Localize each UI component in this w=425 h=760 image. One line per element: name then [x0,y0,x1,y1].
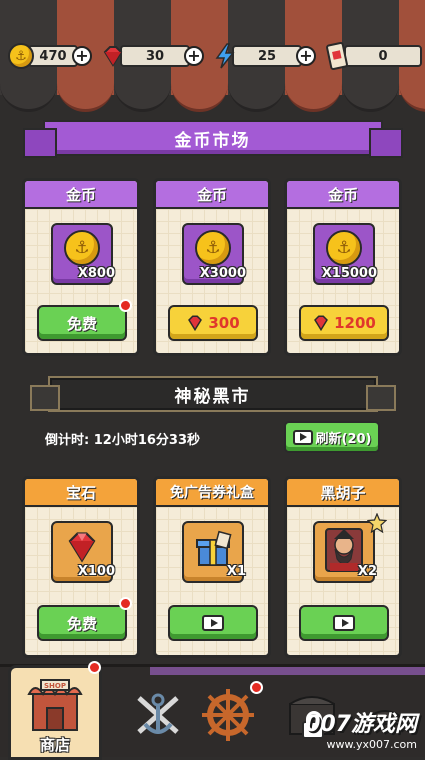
coin-resource: ⚓ 470 + [6,41,92,71]
refresh-countdown: 倒计时: 12小时16分33秒 [45,433,200,448]
gold-card-1: 金币 ⚓ X800 免费 [22,178,140,356]
card-header: 黑胡子 [287,479,399,507]
video-ad-icon [292,429,313,445]
coin-icon: ⚓ [64,230,100,266]
coin-icon: ⚓ [6,41,36,71]
card-header: 金币 [25,181,137,209]
item-quantity: X2 [357,564,377,579]
watermark-url: www.yx007.com [326,738,417,751]
notification-dot [119,299,132,312]
coin-item-tile: ⚓ X15000 [313,223,377,285]
gold-card-2: 金币 ⚓ X3000 300 [153,178,271,356]
card-header: 金币 [287,181,399,209]
refresh-label: 刷新(20) [315,431,372,447]
black-market-card-3: 黑胡子 X2 [284,476,402,658]
star-badge-icon [367,513,387,533]
price-label: 1200 [334,314,376,332]
gift-box-icon [196,530,232,566]
card-header: 金币 [156,181,268,209]
gift-box-tile: X1 [182,521,246,583]
energy-count: 25 [232,45,302,67]
nav-shop-label: 商店 [39,736,70,754]
nav-shop[interactable]: SHOP 商店 [8,665,102,760]
add-energy-button[interactable]: + [296,46,316,66]
lightning-icon [210,41,240,71]
blackbeard-tile: X2 [313,521,377,583]
energy-resource: 25 + [210,41,316,71]
buy-with-gems-button[interactable]: 1200 [299,305,389,341]
gold-market-title: 金币市场 [174,130,251,151]
gem-resource: 30 + [98,41,204,71]
resource-bar: ⚓ 470 + 30 + 25 + 0 [6,38,422,74]
watermark-title: 007游戏网 [305,712,417,737]
free-claim-button[interactable]: 免费 [37,605,127,641]
item-quantity: X15000 [321,266,377,281]
shop-building-icon: SHOP [27,678,83,731]
item-quantity: X800 [77,266,115,281]
coin-icon: ⚓ [195,230,231,266]
ticket-count: 0 [344,45,422,67]
notification-dot [250,681,263,694]
card-header: 宝石 [25,479,137,507]
ship-wheel-icon [202,689,254,741]
coin-item-tile: ⚓ X3000 [182,223,246,285]
add-gems-button[interactable]: + [184,46,204,66]
gem-icon [68,532,96,563]
refresh-button[interactable]: 刷新(20) [284,421,380,453]
free-claim-button[interactable]: 免费 [37,305,127,341]
price-label: 300 [208,314,240,332]
bottom-nav: SHOP 商店 007游戏网 www.yx007.com [0,661,425,760]
notification-dot [119,597,132,610]
gem-item-tile: X100 [51,521,115,583]
notification-dot [88,661,101,674]
gem-icon [314,315,329,332]
nav-crew[interactable] [118,675,198,755]
gem-icon [98,41,128,71]
black-market-title: 神秘黑市 [174,386,251,407]
video-ad-icon [202,615,224,631]
shop-sign-text: SHOP [44,682,66,690]
card-header: 免广告券礼盒 [156,479,268,507]
ad-ticket-icon [322,41,352,71]
black-market-banner: 神秘黑市 [29,376,396,412]
gold-market-banner: 金币市场 [22,120,403,158]
gem-count: 30 [120,45,190,67]
gold-card-3: 金币 ⚓ X15000 1200 [284,178,402,356]
gem-icon [188,315,203,332]
black-market-card-2: 免广告券礼盒 X1 [153,476,271,658]
anchor-swords-icon [137,693,179,734]
ticket-resource: 0 [322,41,422,71]
watermark: 007游戏网 www.yx007.com [305,706,417,751]
watch-ad-button[interactable] [168,605,258,641]
item-quantity: X100 [77,564,115,579]
coin-icon: ⚓ [326,230,362,266]
add-coins-button[interactable]: + [72,46,92,66]
coin-item-tile: ⚓ X800 [51,223,115,285]
item-quantity: X1 [226,564,246,579]
video-ad-icon [333,615,355,631]
buy-with-gems-button[interactable]: 300 [168,305,258,341]
watch-ad-button[interactable] [299,605,389,641]
item-quantity: X3000 [199,266,246,281]
black-market-card-1: 宝石 X100 免费 [22,476,140,658]
